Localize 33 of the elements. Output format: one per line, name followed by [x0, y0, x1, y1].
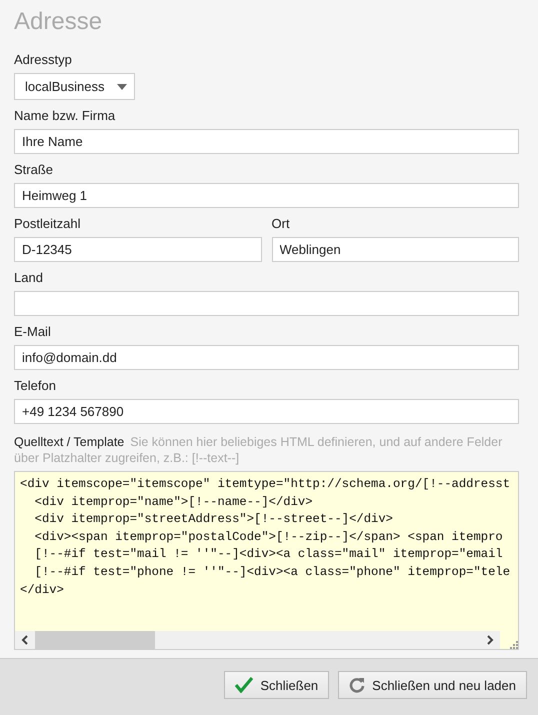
input-field[interactable]: Weblingen [272, 237, 519, 262]
input-field[interactable] [14, 291, 519, 316]
field-caption: Quelltext / Template Sie können hier beliebiges HTML definieren, und auf andere Felder über Platzhalter zugreifen, z.B.: [!--text--] [14, 434, 504, 466]
code-line: <div itemprop="name">[!--name--]</div> [34, 494, 313, 511]
code-line: [!--#if test="phone != ''"--]<div><a class="phone" itemprop="tele [34, 564, 510, 581]
code-line: <div itemscope="itemscope" itemtype="http://schema.org/[!--addresst [20, 476, 510, 493]
field-label: Straße [14, 162, 54, 178]
input-field[interactable]: D-12345 [14, 237, 262, 262]
dialog-button[interactable]: Schließen und neu laden [338, 671, 527, 699]
caret-icon [116, 84, 126, 90]
field-label: Land [14, 270, 43, 286]
input-field[interactable]: Heimweg 1 [14, 183, 519, 208]
dialog-button[interactable]: Schließen [224, 671, 330, 699]
dropdown[interactable]: localBusiness [14, 73, 134, 100]
reload-icon [349, 677, 366, 693]
input-field[interactable]: +49 1234 567890 [14, 399, 519, 424]
input-field[interactable]: info@domain.dd [14, 345, 519, 370]
checkmark-icon [235, 677, 254, 693]
resize-grip-icon[interactable] [509, 640, 518, 649]
field-label: Telefon [14, 378, 56, 394]
scrollbar-thumb[interactable] [35, 631, 155, 649]
input-field[interactable]: Ihre Name [14, 129, 519, 154]
code-line: <div itemprop="streetAddress">[!--street--]</div> [34, 511, 393, 528]
field-label: Ort [272, 216, 290, 232]
code-line: <div><span itemprop="postalCode">[!--zip--]</span> <span itempro [34, 528, 503, 546]
field-label: E-Mail [14, 324, 51, 340]
dialog-title: Adresse [14, 8, 102, 36]
field-label: Postleitzahl [14, 216, 80, 232]
code-line: [!--#if test="mail != ''"--]<div><a class="mail" itemprop="email [34, 546, 503, 564]
code-editor[interactable] [14, 471, 519, 650]
code-line: </div> [20, 582, 64, 599]
field-label: Adresstyp [14, 52, 72, 68]
field-label: Name bzw. Firma [14, 108, 116, 124]
